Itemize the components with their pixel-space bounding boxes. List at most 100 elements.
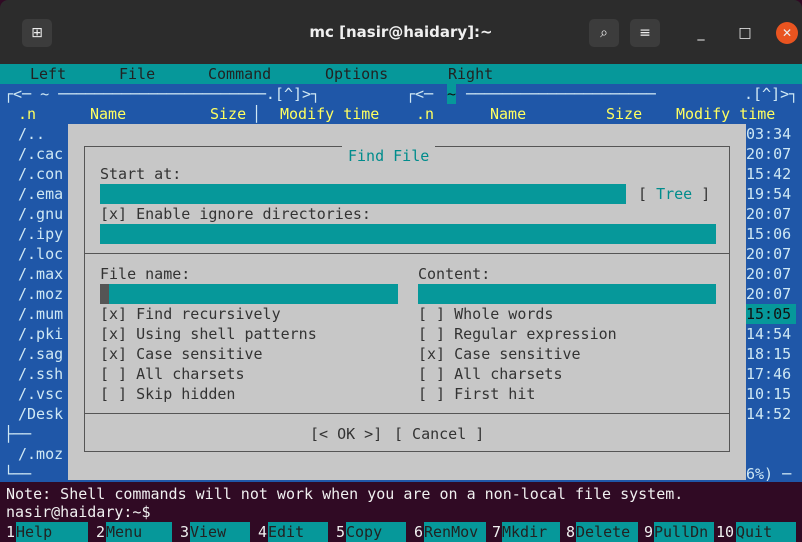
regex-checkbox[interactable]: [ ] Regular expression — [418, 324, 617, 344]
close-icon[interactable]: ✕ — [776, 22, 798, 44]
right-file-time[interactable]: 15:06 — [746, 224, 791, 244]
ignore-dirs-input[interactable] — [100, 224, 716, 244]
left-file[interactable]: /.vsc — [18, 384, 63, 404]
menu-options[interactable]: Options — [325, 64, 388, 84]
window-title: mc [nasir@haidary]:~ — [309, 23, 493, 41]
left-col-size[interactable]: Size — [210, 104, 246, 124]
note-message: Note: Shell commands will not work when … — [6, 485, 684, 503]
right-panel-header-left: ┌<─ — [406, 85, 434, 103]
search-icon[interactable]: ⌕ — [589, 19, 619, 47]
right-file-time-selected[interactable]: 15:05 — [746, 304, 796, 324]
right-file-time[interactable]: 03:34 — [746, 124, 791, 144]
start-at-label: Start at: — [100, 165, 182, 183]
left-col-name[interactable]: Name — [90, 104, 126, 124]
first-hit-checkbox[interactable]: [ ] First hit — [418, 384, 535, 404]
right-file-time[interactable]: 20:07 — [746, 244, 791, 264]
right-col-mtime[interactable]: Modify time — [676, 104, 775, 124]
shell-prompt[interactable]: nasir@haidary:~$ — [6, 502, 151, 522]
right-file-time[interactable]: 15:42 — [746, 164, 791, 184]
right-file-time[interactable]: 17:46 — [746, 364, 791, 384]
find-recursively-checkbox[interactable]: [x] Find recursively — [100, 304, 281, 324]
right-file-time[interactable]: 20:07 — [746, 144, 791, 164]
fkey-num: 7 — [492, 523, 502, 541]
fkey-pulldn[interactable]: PullDn — [654, 522, 714, 542]
right-file-time[interactable]: 20:07 — [746, 204, 791, 224]
fkey-num: 1 — [6, 523, 16, 541]
fkey-num: 8 — [566, 523, 576, 541]
minimize-icon[interactable]: _ — [686, 19, 716, 47]
fkey-edit[interactable]: Edit — [268, 522, 328, 542]
left-file[interactable]: /.ssh — [18, 364, 63, 384]
dialog-title: Find File — [342, 146, 436, 166]
menu-command[interactable]: Command — [208, 64, 271, 84]
left-file[interactable]: /.mum — [18, 304, 63, 324]
left-col-mtime[interactable]: Modify time — [280, 104, 379, 124]
fkey-num: 6 — [414, 523, 424, 541]
case-sensitive-name-checkbox[interactable]: [x] Case sensitive — [100, 344, 263, 364]
left-panel-bottom: └── — [4, 465, 32, 483]
fkey-delete[interactable]: Delete — [576, 522, 638, 542]
file-name-input[interactable] — [100, 284, 398, 304]
menu-left[interactable]: Left — [30, 64, 66, 84]
cancel-button[interactable]: [ Cancel ] — [394, 424, 484, 444]
fkey-renmov[interactable]: RenMov — [424, 522, 486, 542]
right-col-name[interactable]: Name — [490, 104, 526, 124]
right-file-time[interactable]: 18:15 — [746, 344, 791, 364]
menu-file[interactable]: File — [119, 64, 155, 84]
left-file[interactable]: /.ipy — [18, 224, 63, 244]
fkey-copy[interactable]: Copy — [346, 522, 406, 542]
tree-button[interactable]: [ Tree ] — [638, 184, 710, 204]
left-file[interactable]: /.pki — [18, 324, 63, 344]
fkey-menu[interactable]: Menu — [106, 522, 172, 542]
right-panel-header-line: ───────────────────── — [466, 85, 656, 103]
left-file[interactable]: /.loc — [18, 244, 63, 264]
left-panel-status: /.moz — [18, 445, 64, 463]
left-file[interactable]: /Desk — [18, 404, 63, 424]
maximize-icon[interactable]: □ — [730, 19, 760, 47]
case-sensitive-content-checkbox[interactable]: [x] Case sensitive — [418, 344, 581, 364]
right-panel-dir[interactable]: ~ — [447, 84, 457, 104]
right-panel-header-tail: .[^]>┐ — [744, 85, 799, 103]
content-input[interactable] — [418, 284, 716, 304]
hamburger-menu-icon[interactable]: ≡ — [630, 19, 660, 47]
left-file[interactable]: /.. — [18, 124, 45, 144]
left-file[interactable]: /.sag — [18, 344, 63, 364]
text-cursor — [100, 284, 109, 304]
content-label: Content: — [418, 265, 491, 283]
right-col-size[interactable]: Size — [606, 104, 642, 124]
right-file-time[interactable]: 14:52 — [746, 404, 791, 424]
fkey-num: 10 — [716, 523, 735, 541]
fkey-mkdir[interactable]: Mkdir — [502, 522, 560, 542]
whole-words-checkbox[interactable]: [ ] Whole words — [418, 304, 553, 324]
all-charsets-content-checkbox[interactable]: [ ] All charsets — [418, 364, 563, 384]
left-file[interactable]: /.cac — [18, 144, 63, 164]
left-file[interactable]: /.max — [18, 264, 63, 284]
shell-patterns-checkbox[interactable]: [x] Using shell patterns — [100, 324, 317, 344]
left-file[interactable]: /.gnu — [18, 204, 63, 224]
menu-right[interactable]: Right — [448, 64, 493, 84]
ok-button[interactable]: [< OK >] — [310, 424, 382, 444]
fkey-num: 5 — [336, 523, 346, 541]
left-file[interactable]: /.ema — [18, 184, 63, 204]
right-file-time[interactable]: 10:15 — [746, 384, 791, 404]
left-file[interactable]: /.moz — [18, 284, 63, 304]
start-at-input[interactable] — [100, 184, 626, 204]
right-file-time[interactable]: 19:54 — [746, 184, 791, 204]
right-file-time[interactable]: 20:07 — [746, 284, 791, 304]
left-file[interactable]: /.con — [18, 164, 63, 184]
enable-ignore-checkbox[interactable]: [x] Enable ignore directories: — [100, 204, 371, 224]
right-file-time[interactable]: 20:07 — [746, 264, 791, 284]
fkey-help[interactable]: Help — [16, 522, 88, 542]
dialog-divider — [84, 253, 730, 254]
fkey-num: 2 — [96, 523, 106, 541]
right-file-time[interactable]: 14:54 — [746, 324, 791, 344]
right-col-n: .n — [416, 105, 435, 123]
fkey-quit[interactable]: Quit — [736, 522, 796, 542]
dialog-divider-bottom — [84, 413, 730, 414]
all-charsets-name-checkbox[interactable]: [ ] All charsets — [100, 364, 245, 384]
fkey-view[interactable]: View — [190, 522, 250, 542]
left-panel-divider: ├── — [4, 425, 32, 443]
fkey-num: 3 — [180, 523, 190, 541]
file-name-label: File name: — [100, 265, 191, 283]
skip-hidden-checkbox[interactable]: [ ] Skip hidden — [100, 384, 235, 404]
